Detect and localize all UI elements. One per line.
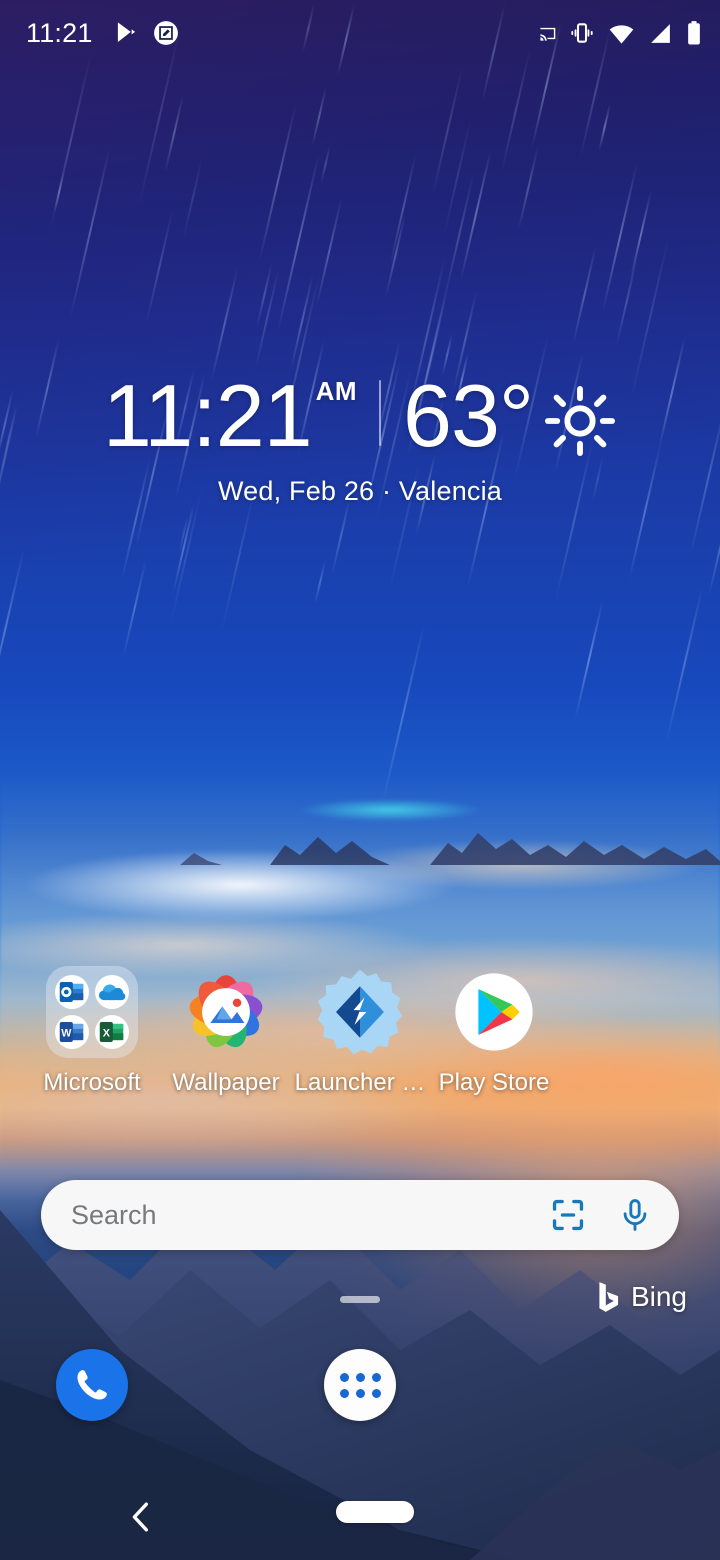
- app-label: Play Store: [438, 1069, 550, 1096]
- app-icon-wallpaper[interactable]: Wallpaper: [159, 966, 293, 1097]
- app-label: Microsoft: [43, 1069, 141, 1096]
- microsoft-folder-icon[interactable]: W X: [46, 966, 138, 1058]
- home-app-row: W X Microsoft Wallpaper Launcher … Play …: [0, 966, 720, 1097]
- excel-icon: X: [95, 1015, 129, 1049]
- bing-logo-icon: [599, 1282, 619, 1312]
- play-store-icon[interactable]: [448, 966, 540, 1058]
- widget-date-location[interactable]: Wed, Feb 26 · Valencia: [0, 476, 720, 507]
- widget-clock-time[interactable]: 11:21: [103, 372, 313, 460]
- wifi-icon: [609, 24, 634, 44]
- search-bar[interactable]: Search: [41, 1180, 679, 1250]
- play-store-notification-icon: [117, 22, 135, 42]
- app-icon-launcher-settings[interactable]: Launcher …: [293, 966, 427, 1097]
- sun-icon: [545, 386, 616, 456]
- app-drawer-button[interactable]: [324, 1349, 396, 1421]
- app-icon-microsoft-folder[interactable]: W X Microsoft: [25, 966, 159, 1097]
- app-icon-play-store[interactable]: Play Store: [427, 966, 561, 1097]
- navigation-bar: [0, 1474, 720, 1560]
- star-trail-streaks: [0, 0, 720, 804]
- widget-clock-ampm: AM: [315, 376, 358, 406]
- widget-temperature[interactable]: 63°: [403, 372, 534, 460]
- home-gesture-pill[interactable]: [336, 1501, 414, 1523]
- widget-divider: [379, 380, 382, 446]
- app-label: Launcher …: [294, 1069, 426, 1096]
- outlook-icon: [55, 975, 89, 1009]
- search-input[interactable]: Search: [71, 1200, 549, 1231]
- wallpaper-ridge-peaks: [0, 833, 720, 865]
- svg-text:X: X: [103, 1027, 111, 1039]
- back-button[interactable]: [124, 1498, 158, 1536]
- dock: [0, 1349, 720, 1421]
- phone-icon: [77, 1370, 107, 1400]
- cellular-signal-icon: [651, 23, 670, 43]
- microphone-icon[interactable]: [617, 1197, 653, 1233]
- svg-text:W: W: [61, 1027, 72, 1039]
- status-bar-system-icons: [539, 20, 702, 47]
- screenshot-edit-notification-icon: [153, 21, 178, 45]
- bing-label: Bing: [630, 1281, 687, 1312]
- bing-brand[interactable]: Bing: [596, 1281, 687, 1313]
- clock-weather-widget[interactable]: 11:21 AM 63° Wed, Feb 26 · Valencia: [0, 372, 720, 507]
- scan-qr-icon[interactable]: [549, 1196, 587, 1234]
- page-indicator[interactable]: [340, 1296, 380, 1303]
- onedrive-icon: [95, 975, 129, 1009]
- word-icon: W: [55, 1015, 89, 1049]
- back-chevron-icon: [132, 1502, 149, 1532]
- status-bar[interactable]: 11:21: [0, 0, 720, 66]
- battery-icon: [688, 21, 700, 45]
- microsoft-launcher-settings-icon[interactable]: [314, 966, 406, 1058]
- vibrate-icon: [571, 23, 593, 43]
- dock-phone-button[interactable]: [56, 1349, 128, 1421]
- status-bar-clock: 11:21: [26, 17, 93, 48]
- home-screen: 11:21 11:21 AM 63° Wed, Feb 26 · Valenci…: [0, 0, 720, 1560]
- wallpaper-app-icon[interactable]: [180, 966, 272, 1058]
- app-label: Wallpaper: [172, 1069, 280, 1096]
- app-drawer-icon: [339, 1372, 381, 1398]
- cast-icon: [540, 27, 556, 41]
- status-bar-notification-icons: [113, 20, 179, 46]
